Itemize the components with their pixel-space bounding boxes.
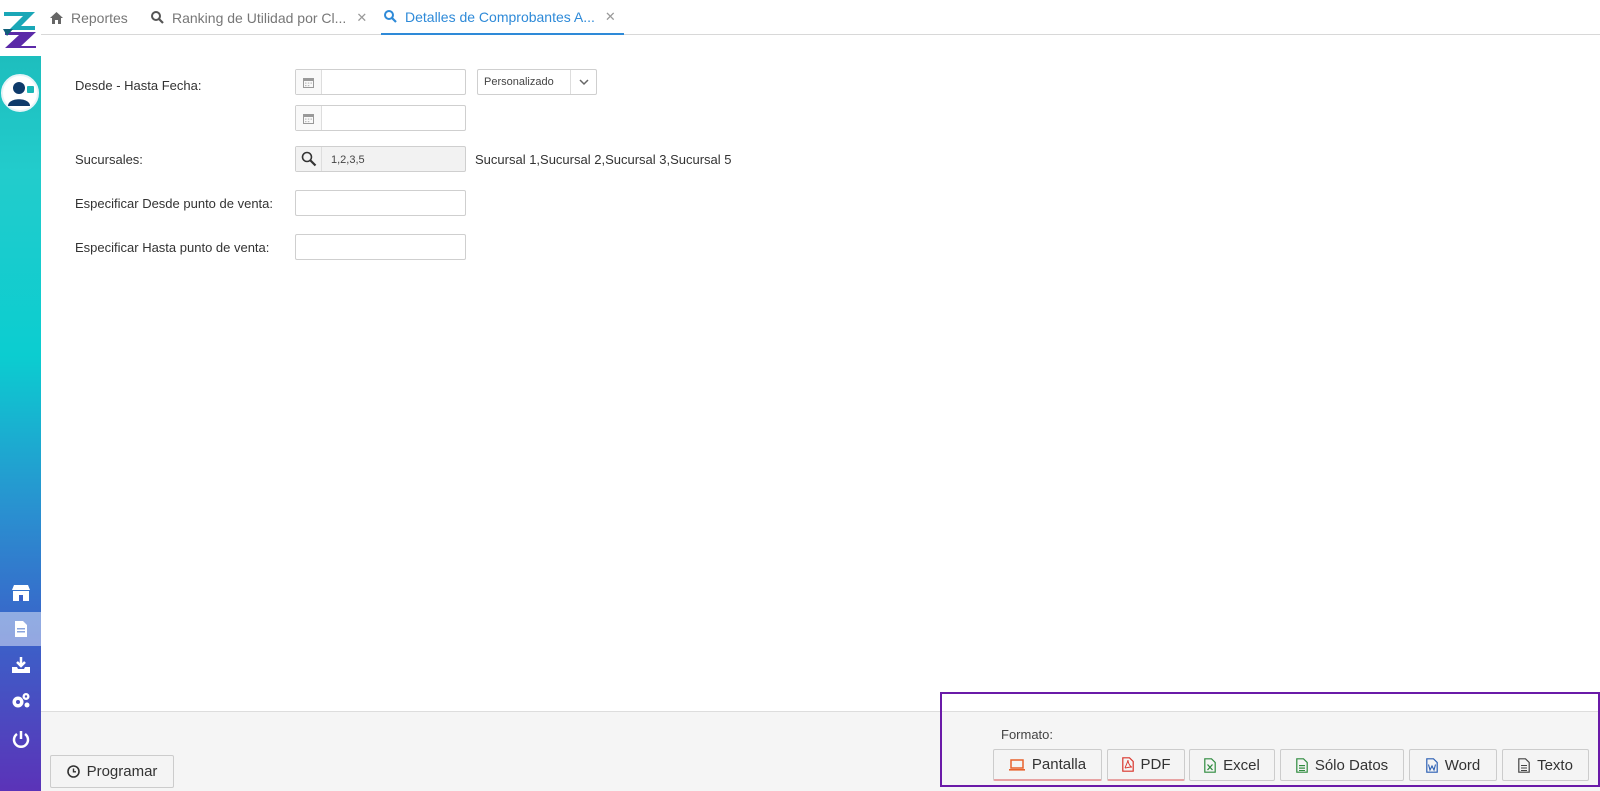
desde-punto-venta-input[interactable] xyxy=(295,190,466,216)
close-icon[interactable]: ✕ xyxy=(356,10,367,26)
word-label: Word xyxy=(1444,756,1481,774)
pdf-button[interactable]: PDF xyxy=(1107,749,1185,781)
data-file-icon xyxy=(1296,757,1308,773)
fecha-label: Desde - Hasta Fecha: xyxy=(75,78,202,93)
settings-gears-icon[interactable] xyxy=(0,684,41,718)
monitor-icon xyxy=(1008,758,1025,771)
tab-reportes[interactable]: Reportes xyxy=(50,0,128,35)
desde-punto-venta-label: Especificar Desde punto de venta: xyxy=(75,196,274,211)
periodo-select-value: Personalizado xyxy=(484,76,554,88)
home-icon xyxy=(50,11,63,24)
search-icon xyxy=(384,10,397,23)
formato-label: Formato: xyxy=(1001,727,1054,742)
tab-detalles-comprobantes[interactable]: Detalles de Comprobantes A... ✕ xyxy=(381,0,624,35)
tab-label: Detalles de Comprobantes A... xyxy=(405,8,595,25)
user-avatar[interactable] xyxy=(1,74,39,112)
periodo-select[interactable]: Personalizado xyxy=(477,69,597,95)
sucursales-description: Sucursal 1,Sucursal 2,Sucursal 3,Sucursa… xyxy=(475,152,732,167)
fecha-desde-field[interactable] xyxy=(295,69,466,95)
lookup-search-icon[interactable] xyxy=(296,147,322,171)
clock-icon xyxy=(66,765,80,778)
pantalla-button[interactable]: Pantalla xyxy=(993,749,1102,781)
sucursales-label: Sucursales: xyxy=(75,152,143,167)
tab-bar: Reportes Ranking de Utilidad por Cl... ✕… xyxy=(41,0,1600,35)
excel-button[interactable]: Excel xyxy=(1189,749,1275,781)
pdf-label: PDF xyxy=(1140,756,1171,773)
search-icon xyxy=(151,11,164,24)
power-icon[interactable] xyxy=(0,722,41,756)
solo-datos-label: Sólo Datos xyxy=(1314,756,1389,774)
solo-datos-button[interactable]: Sólo Datos xyxy=(1280,749,1404,781)
hasta-punto-venta-input[interactable] xyxy=(295,234,466,260)
pdf-icon xyxy=(1121,757,1134,772)
fecha-hasta-field[interactable] xyxy=(295,105,466,131)
calendar-icon[interactable] xyxy=(296,106,322,130)
texto-button[interactable]: Texto xyxy=(1502,749,1589,781)
programar-button[interactable]: Programar xyxy=(50,755,174,788)
excel-icon xyxy=(1204,757,1216,773)
close-icon[interactable]: ✕ xyxy=(605,9,616,25)
word-icon xyxy=(1425,757,1438,773)
programar-label: Programar xyxy=(86,763,158,780)
texto-label: Texto xyxy=(1537,756,1573,774)
calendar-icon[interactable] xyxy=(296,70,322,94)
reports-document-icon[interactable] xyxy=(0,612,41,646)
app-logo[interactable] xyxy=(0,0,41,56)
excel-label: Excel xyxy=(1223,756,1260,774)
store-icon[interactable] xyxy=(0,576,41,610)
sidebar xyxy=(0,0,41,791)
pantalla-label: Pantalla xyxy=(1031,756,1087,773)
hasta-punto-venta-label: Especificar Hasta punto de venta: xyxy=(75,240,270,255)
tab-label: Reportes xyxy=(71,9,128,26)
download-tray-icon[interactable] xyxy=(0,648,41,682)
chevron-down-icon xyxy=(570,70,596,94)
sucursales-value: 1,2,3,5 xyxy=(331,154,365,166)
tab-label: Ranking de Utilidad por Cl... xyxy=(172,9,347,26)
sucursales-field[interactable]: 1,2,3,5 xyxy=(295,146,466,172)
word-button[interactable]: Word xyxy=(1409,749,1497,781)
tab-ranking-utilidad[interactable]: Ranking de Utilidad por Cl... ✕ xyxy=(151,0,367,35)
text-file-icon xyxy=(1518,757,1530,773)
